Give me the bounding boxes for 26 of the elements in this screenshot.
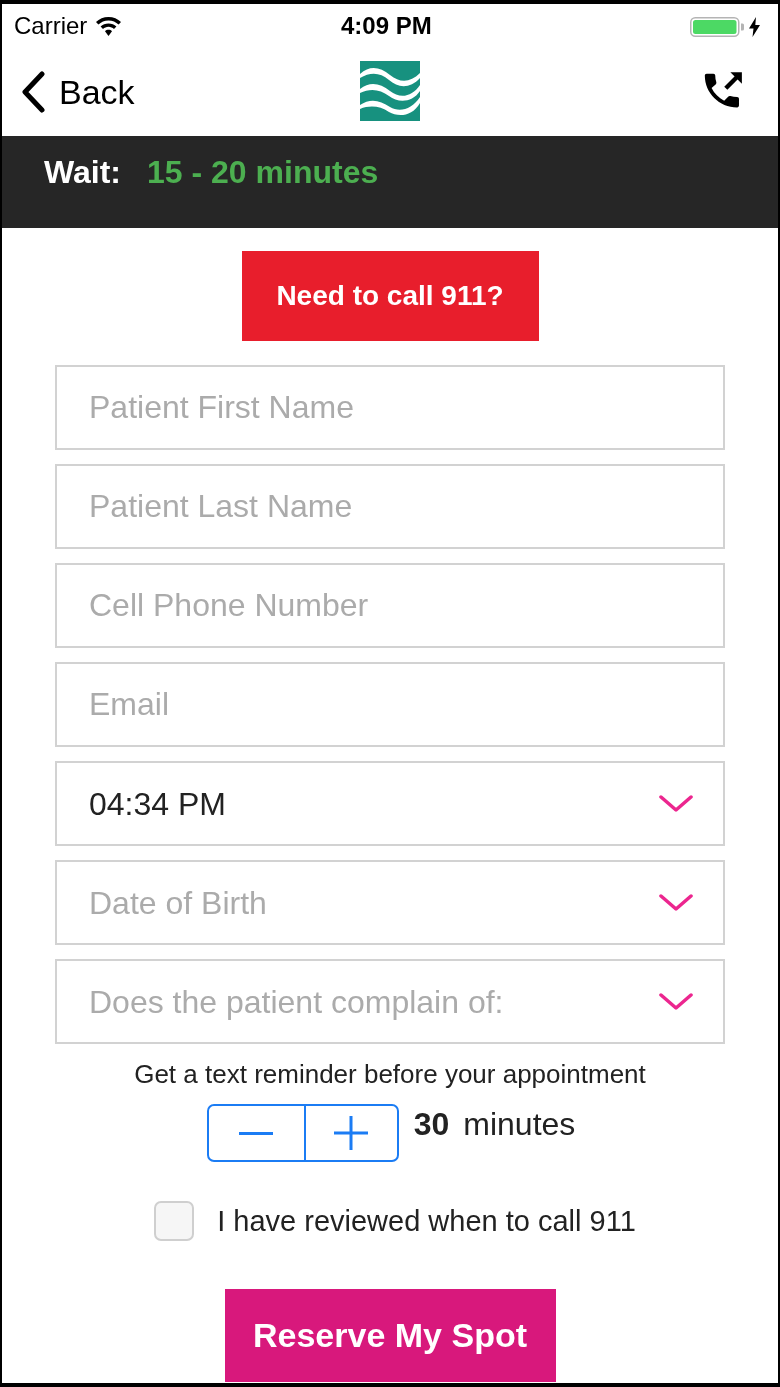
emergency-call-button[interactable]: Need to call 911?	[241, 251, 539, 341]
input-field[interactable]: Patient First Name	[55, 365, 725, 450]
carrier-label: Carrier	[14, 12, 88, 40]
back-button[interactable]: Back	[20, 71, 135, 113]
reminder-amount: 30	[413, 1105, 450, 1144]
status-time: 4:09 PM	[341, 12, 432, 40]
minus-icon	[239, 1131, 274, 1135]
chevron-left-icon	[20, 71, 46, 113]
wait-time: 15 - 20 minutes	[147, 153, 379, 192]
wave-logo-icon	[360, 61, 420, 121]
reminder-unit: minutes	[463, 1105, 576, 1144]
reserve-spot-button[interactable]: Reserve My Spot	[224, 1289, 556, 1382]
plus-icon	[334, 1116, 369, 1150]
checkbox-label: I have reviewed when to call 911	[217, 1204, 636, 1239]
input-field[interactable]: Email	[55, 662, 725, 747]
checkbox[interactable]	[154, 1201, 195, 1241]
chevron-down-icon	[659, 794, 693, 813]
input-field[interactable]: Cell Phone Number	[55, 563, 725, 648]
input-field[interactable]: Patient Last Name	[55, 464, 725, 549]
reminder-prompt: Get a text reminder before your appointment	[134, 1059, 646, 1089]
chevron-down-icon	[659, 893, 693, 912]
battery-icon	[690, 17, 744, 37]
chevron-down-icon	[659, 992, 693, 1011]
wait-label: Wait:	[44, 153, 121, 192]
dropdown-field[interactable]: 04:34 PM	[55, 761, 725, 846]
wifi-icon	[96, 16, 122, 36]
